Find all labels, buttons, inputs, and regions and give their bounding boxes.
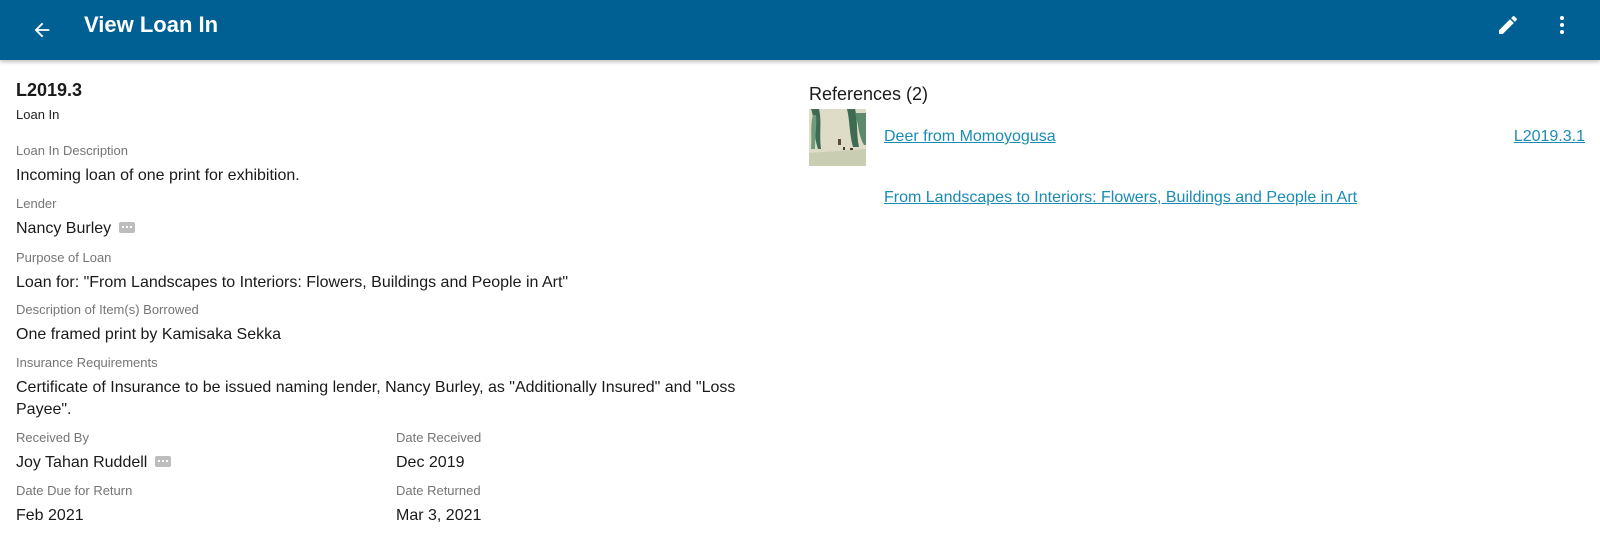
field-label: Date Due for Return [16, 483, 133, 498]
field-value: Incoming loan of one print for exhibitio… [16, 167, 300, 184]
field-label: Received By [16, 430, 89, 445]
field-label: Purpose of Loan [16, 250, 112, 265]
field-description: Loan In Description Incoming loan of one… [16, 143, 776, 187]
field-value: Mar 3, 2021 [396, 507, 482, 524]
field-purpose: Purpose of Loan Loan for: "From Landscap… [16, 250, 776, 294]
field-value: Certificate of Insurance to be issued na… [16, 379, 736, 418]
field-date-returned: Date Returned Mar 3, 2021 [396, 483, 756, 527]
more-vert-icon[interactable] [1544, 7, 1580, 43]
field-value: Loan for: "From Landscapes to Interiors:… [16, 274, 569, 291]
field-items-borrowed: Description of Item(s) Borrowed One fram… [16, 302, 776, 346]
field-label: Insurance Requirements [16, 355, 158, 370]
record-type: Loan In [16, 107, 60, 122]
field-label: Description of Item(s) Borrowed [16, 302, 199, 317]
reference-link[interactable]: From Landscapes to Interiors: Flowers, B… [884, 189, 1357, 207]
record-id: L2019.3 [16, 80, 83, 100]
field-value: Dec 2019 [396, 454, 465, 471]
field-lender: Lender Nancy Burley [16, 196, 776, 240]
field-value: Feb 2021 [16, 507, 84, 524]
references-title: References (2) [809, 84, 929, 104]
receiver-name: Joy Tahan Ruddell [16, 454, 148, 471]
field-insurance: Insurance Requirements Certificate of In… [16, 355, 756, 421]
reference-code-link[interactable]: L2019.3.1 [1514, 128, 1585, 146]
page-title: View Loan In [84, 12, 219, 37]
reference-link[interactable]: Deer from Momoyogusa [884, 128, 1056, 146]
field-label: Date Received [396, 430, 482, 445]
field-label: Loan In Description [16, 143, 129, 158]
contact-card-icon[interactable] [155, 456, 172, 468]
object-thumbnail[interactable] [809, 109, 866, 166]
field-received-by: Received By Joy Tahan Ruddell [16, 430, 376, 474]
lender-name: Nancy Burley [16, 220, 112, 237]
field-label: Lender [16, 196, 57, 211]
field-date-due: Date Due for Return Feb 2021 [16, 483, 376, 527]
arrow-back-icon[interactable] [24, 12, 60, 48]
contact-card-icon[interactable] [119, 222, 136, 234]
app-bar: View Loan In [0, 0, 1600, 60]
field-value: One framed print by Kamisaka Sekka [16, 326, 282, 343]
field-date-received: Date Received Dec 2019 [396, 430, 756, 474]
field-label: Date Returned [396, 483, 481, 498]
pencil-icon[interactable] [1490, 7, 1526, 43]
